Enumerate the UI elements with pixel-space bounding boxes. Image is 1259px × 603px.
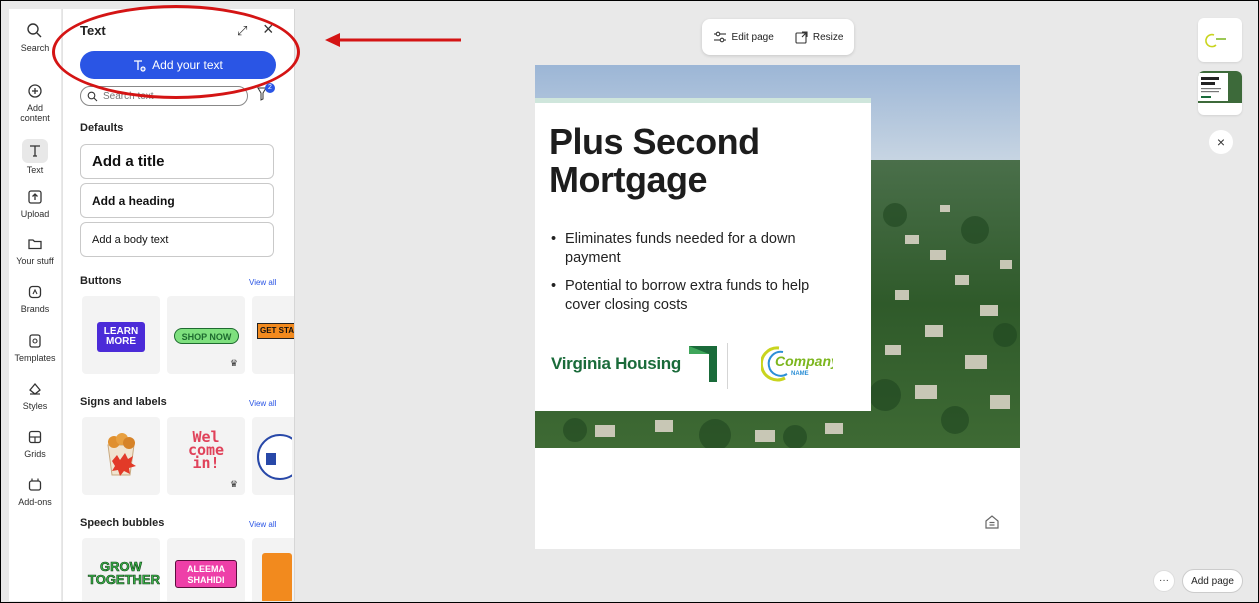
sign-tile-1[interactable] [82, 417, 160, 495]
upload-icon [28, 190, 42, 204]
rail-label: Brands [20, 304, 50, 314]
sign-tile-3[interactable] [252, 417, 294, 495]
edit-page-button[interactable]: Edit page [713, 31, 774, 43]
resize-icon [795, 30, 808, 44]
close-thumbnails-icon[interactable]: × [1209, 130, 1233, 154]
page-preview-thumb [1198, 71, 1242, 103]
buttons-label: Buttons [80, 275, 122, 287]
get-started-tile[interactable]: GET STAR [252, 296, 294, 374]
headline[interactable]: Plus Second Mortgage [549, 123, 849, 199]
rail-item-brands[interactable]: Brands [9, 282, 61, 314]
rail-label: Styles [22, 401, 48, 411]
shop-now-preview: SHOP NOW [174, 328, 239, 344]
welcome-in-tile[interactable]: Wel come in! ♛ [167, 417, 245, 495]
card-accent-strip [535, 98, 871, 103]
canvas-toolbar: Edit page Resize [702, 19, 854, 55]
learn-more-tile[interactable]: LEARN MORE [82, 296, 160, 374]
signs-view-all-link[interactable]: View all [249, 399, 276, 408]
rail-item-templates[interactable]: Templates [9, 331, 61, 363]
annotation-arrow [325, 33, 461, 47]
styles-icon [29, 382, 41, 395]
rail-item-styles[interactable]: Styles [9, 379, 61, 411]
design-page[interactable]: Plus Second Mortgage Eliminates funds ne… [535, 65, 1020, 549]
sale-badge-graphic [257, 434, 294, 480]
speech-tile-3-preview [262, 553, 292, 601]
welcome-in-preview: Wel come in! [187, 428, 225, 472]
search-icon [87, 91, 98, 101]
sliders-icon [713, 31, 726, 43]
grow-together-tile[interactable]: GROW TOGETHER [82, 538, 160, 601]
page-thumbnail-1[interactable] [1198, 18, 1242, 62]
buttons-view-all-link[interactable]: View all [249, 278, 276, 287]
virginia-housing-text: Virginia Housing [551, 354, 681, 373]
resize-label: Resize [812, 31, 844, 43]
plus-circle-icon [28, 84, 42, 98]
resize-button[interactable]: Resize [795, 30, 844, 44]
company-logo-sub: NAME [791, 371, 809, 377]
rail-item-your-stuff[interactable]: Your stuff [9, 234, 61, 266]
get-started-preview: GET STAR [257, 323, 294, 339]
rail-label: Your stuff [16, 256, 54, 266]
grow-together-preview: GROW TOGETHER [88, 559, 160, 587]
aleema-shahidi-tile[interactable]: ALEEMA SHAHIDI [167, 538, 245, 601]
annotation-circle [52, 5, 300, 99]
equal-housing-icon [985, 515, 999, 529]
aleema-shahidi-preview: ALEEMA SHAHIDI [175, 560, 237, 588]
folder-icon [28, 239, 42, 250]
company-logo-thumb [1205, 33, 1226, 48]
rail-item-add-ons[interactable]: Add-ons [9, 475, 61, 507]
premium-crown-icon: ♛ [229, 358, 238, 368]
grid-icon [28, 430, 42, 444]
rail-item-add-content[interactable]: Add content [9, 81, 61, 123]
add-title-option[interactable]: Add a title [80, 144, 274, 179]
logo-divider [727, 343, 728, 389]
virginia-housing-logo[interactable]: Virginia Housing [551, 344, 719, 384]
brand-icon [28, 285, 42, 299]
text-icon [30, 145, 40, 157]
virginia-housing-mark-icon [688, 346, 717, 382]
speech-view-all-link[interactable]: View all [249, 520, 276, 529]
templates-icon [29, 334, 41, 348]
rail-label: Grids [24, 449, 46, 459]
rail-label: Text [26, 165, 44, 175]
rail-item-text[interactable]: Text [9, 139, 61, 175]
rail-label: Upload [20, 209, 50, 219]
addons-icon [28, 478, 42, 491]
add-heading-option[interactable]: Add a heading [80, 183, 274, 218]
rail-label: Add content [20, 103, 50, 123]
rail-label: Templates [14, 353, 56, 363]
rail-item-grids[interactable]: Grids [9, 427, 61, 459]
headline-card[interactable]: Plus Second Mortgage Eliminates funds ne… [535, 98, 871, 411]
headline-line-1: Plus Second [549, 121, 760, 162]
company-logo[interactable]: Company NAME [759, 344, 840, 391]
app-window: Search Add content Text Upload Your stuf… [0, 0, 1259, 603]
search-icon [27, 23, 42, 38]
food-sticker-graphic [107, 433, 136, 476]
signs-labels-label: Signs and labels [80, 396, 167, 408]
add-page-button[interactable]: Add page [1182, 569, 1243, 593]
more-options-button[interactable]: ··· [1153, 570, 1175, 592]
premium-crown-icon: ♛ [229, 479, 238, 489]
learn-more-preview: LEARN MORE [97, 322, 145, 352]
rail-item-upload[interactable]: Upload [9, 187, 61, 219]
page-thumbnail-2[interactable] [1198, 71, 1242, 115]
speech-tile-3[interactable] [252, 538, 294, 601]
filter-count-badge: 2 [265, 83, 275, 93]
defaults-label: Defaults [80, 122, 124, 134]
edit-page-label: Edit page [731, 31, 774, 43]
speech-bubbles-label: Speech bubbles [80, 517, 165, 529]
add-body-text-option[interactable]: Add a body text [80, 222, 274, 257]
company-logo-graphic: Company NAME [759, 346, 840, 382]
bullet-item: Potential to borrow extra funds to help … [551, 277, 835, 315]
text-icon-wrap [22, 139, 48, 163]
company-logo-text: Company [775, 353, 833, 369]
headline-line-2: Mortgage [549, 159, 708, 200]
shop-now-tile[interactable]: SHOP NOW ♛ [167, 296, 245, 374]
bullet-list[interactable]: Eliminates funds needed for a down payme… [549, 230, 835, 324]
bullet-item: Eliminates funds needed for a down payme… [551, 230, 835, 268]
left-rail: Search Add content Text Upload Your stuf… [9, 9, 61, 601]
rail-label: Add-ons [18, 497, 52, 507]
